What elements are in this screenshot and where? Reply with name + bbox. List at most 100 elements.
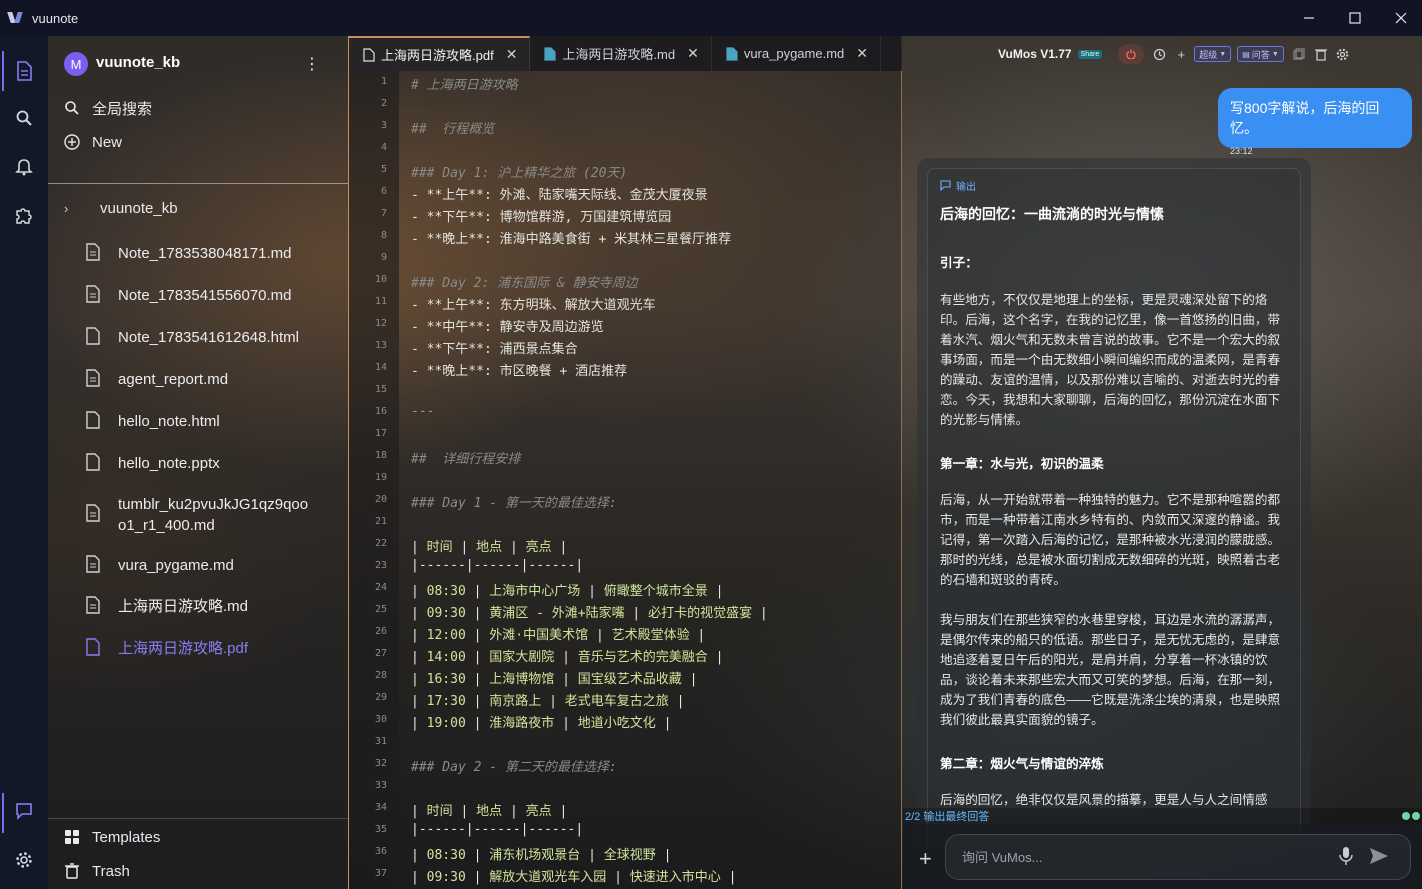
- line-number: 4: [380, 142, 387, 153]
- rail-files-button[interactable]: [8, 55, 40, 87]
- code-line: | 16:30 | 上海博物馆 | 国宝级艺术品收藏 |: [411, 672, 698, 687]
- rail-plugins-button[interactable]: [8, 199, 40, 231]
- tab-close-icon[interactable]: ✕: [687, 45, 699, 62]
- attach-button[interactable]: +: [919, 846, 932, 872]
- delete-chat-button[interactable]: [1314, 47, 1328, 61]
- share-badge[interactable]: Share: [1077, 49, 1103, 59]
- workspace-menu-button[interactable]: ⋮: [304, 52, 320, 76]
- ai-response-content: 输出 后海的回忆：一曲流淌的时光与情愫 引子： 有些地方，不仅仅是地理上的坐标，…: [927, 168, 1301, 848]
- close-icon: [1395, 12, 1407, 24]
- file-icon: [86, 285, 100, 303]
- mode-chip-label: 超级: [1199, 49, 1218, 60]
- file-item[interactable]: Note_1783538048171.md: [86, 243, 336, 264]
- line-number: 33: [374, 780, 387, 791]
- global-search-label: 全局搜索: [92, 100, 153, 118]
- chat-settings-button[interactable]: [1336, 47, 1350, 61]
- line-number: 34: [374, 802, 387, 813]
- caret-down-icon: ▼: [1271, 50, 1279, 58]
- code-line: - **中午**: 静安寺及周边游览: [411, 320, 604, 335]
- line-number: 9: [380, 252, 387, 263]
- workspace-name[interactable]: vuunote_kb: [96, 54, 180, 71]
- rail-chat-button[interactable]: [8, 795, 40, 827]
- tab-vura-pygame[interactable]: vura_pygame.md ✕: [712, 36, 882, 71]
- history-icon: [1153, 48, 1165, 60]
- code-line: ## 行程概览: [411, 122, 495, 137]
- line-number: 10: [374, 274, 387, 285]
- maximize-button[interactable]: [1332, 0, 1378, 36]
- file-item[interactable]: agent_report.md: [86, 369, 336, 390]
- templates-label: Templates: [92, 828, 161, 846]
- rail-notifications-button[interactable]: [8, 151, 40, 183]
- global-search-button[interactable]: 全局搜索: [64, 96, 152, 120]
- code-line: | 时间 | 地点 | 亮点 |: [411, 540, 568, 555]
- gear-icon: [16, 852, 32, 868]
- send-icon[interactable]: [1369, 846, 1389, 866]
- new-note-button[interactable]: New: [64, 130, 122, 154]
- tree-root-folder[interactable]: › vuunote_kb: [64, 196, 178, 220]
- chat-input-area: +: [903, 824, 1422, 889]
- line-number: 31: [374, 736, 387, 747]
- user-message-bubble: 写800字解说，后海的回忆。 23:12: [1218, 88, 1412, 156]
- trash-icon: [1314, 48, 1327, 61]
- tab-close-icon[interactable]: ✕: [856, 45, 868, 62]
- search-icon: [65, 101, 79, 115]
- file-item[interactable]: hello_note.pptx: [86, 453, 336, 474]
- response-paragraph: 后海，从一开始就带着一种独特的魅力。它不是那种喧嚣的都市，而是一种带着江南水乡特…: [940, 493, 1281, 587]
- file-name: Note_1783538048171.md: [118, 245, 292, 262]
- code-line: | 17:30 | 南京路上 | 老式电车复古之旅 |: [411, 694, 685, 709]
- file-icon: [86, 504, 100, 522]
- tab-close-icon[interactable]: ✕: [506, 46, 518, 63]
- trash-button[interactable]: Trash: [64, 859, 130, 883]
- response-heading: 第二章：烟火气与情谊的淬炼: [940, 757, 1104, 771]
- trash-label: Trash: [92, 862, 130, 880]
- chevron-right-icon: ›: [64, 200, 69, 216]
- file-item[interactable]: 上海两日游攻略.md: [86, 596, 336, 617]
- file-item[interactable]: Note_1783541556070.md: [86, 285, 336, 306]
- file-item[interactable]: vura_pygame.md: [86, 555, 336, 576]
- grid-icon: [65, 830, 79, 844]
- templates-button[interactable]: Templates: [64, 825, 160, 849]
- file-name: tumblr_ku2pvuJkJG1qz9qoo o1_r1_400.md: [118, 496, 309, 534]
- rail-search-button[interactable]: [8, 102, 40, 134]
- chat-bubble-icon: ▤: [1242, 49, 1250, 59]
- caret-down-icon: ▼: [1219, 50, 1227, 58]
- history-button[interactable]: [1152, 47, 1166, 61]
- minimize-button[interactable]: [1286, 0, 1332, 36]
- code-line: - **上午**: 东方明珠、解放大道观光车: [411, 298, 656, 313]
- close-window-button[interactable]: [1378, 0, 1422, 36]
- copy-button[interactable]: [1292, 47, 1306, 61]
- file-icon: [363, 47, 375, 62]
- code-line: # 上海两日游攻略: [411, 78, 518, 93]
- file-item[interactable]: Note_1783541612648.html: [86, 327, 336, 348]
- line-number: 12: [374, 318, 387, 329]
- tab-shanghai-pdf[interactable]: 上海两日游攻略.pdf ✕: [349, 36, 531, 71]
- file-name: Note_1783541612648.html: [118, 329, 299, 346]
- qa-dropdown[interactable]: ▤ 问答 ▼: [1237, 46, 1284, 62]
- microphone-icon[interactable]: [1339, 846, 1353, 866]
- new-chat-button[interactable]: +: [1174, 47, 1188, 62]
- line-number: 28: [374, 670, 387, 681]
- code-line: ### Day 2 - 第二天的最佳选择:: [411, 760, 617, 775]
- ai-response-card: 输出 后海的回忆：一曲流淌的时光与情愫 引子： 有些地方，不仅仅是地理上的坐标，…: [917, 158, 1311, 848]
- search-icon: [16, 110, 32, 126]
- tab-shanghai-md[interactable]: 上海两日游攻略.md ✕: [530, 36, 712, 71]
- workspace-avatar[interactable]: M: [64, 52, 88, 76]
- line-number: 6: [380, 186, 387, 197]
- trash-icon: [65, 863, 79, 879]
- code-content[interactable]: # 上海两日游攻略 ## 行程概览 ### Day 1: 沪上精华之旅 (20天) -…: [399, 71, 902, 889]
- file-icon: [86, 327, 100, 345]
- status-dots: [1400, 812, 1420, 820]
- file-item[interactable]: tumblr_ku2pvuJkJG1qz9qoo o1_r1_400.md: [86, 494, 336, 536]
- file-icon: [86, 411, 100, 429]
- file-sidebar: M vuunote_kb ⋮ 全局搜索 New › vuunote_kb Not…: [48, 36, 348, 889]
- power-button[interactable]: [1118, 44, 1145, 64]
- code-line: | 09:30 | 解放大道观光车入园 | 快速进入市中心 |: [411, 870, 737, 885]
- file-item-active[interactable]: 上海两日游攻略.pdf: [86, 638, 336, 659]
- mode-dropdown[interactable]: 超级 ▼: [1194, 46, 1232, 62]
- rail-settings-button[interactable]: [8, 844, 40, 876]
- code-line: | 14:00 | 国家大剧院 | 音乐与艺术的完美融合 |: [411, 650, 724, 665]
- file-item[interactable]: hello_note.html: [86, 411, 336, 432]
- code-line: - **上午**: 外滩、陆家嘴天际线、金茂大厦夜景: [411, 188, 708, 203]
- file-icon: [86, 555, 100, 573]
- title-bar: vuunote: [0, 0, 1422, 36]
